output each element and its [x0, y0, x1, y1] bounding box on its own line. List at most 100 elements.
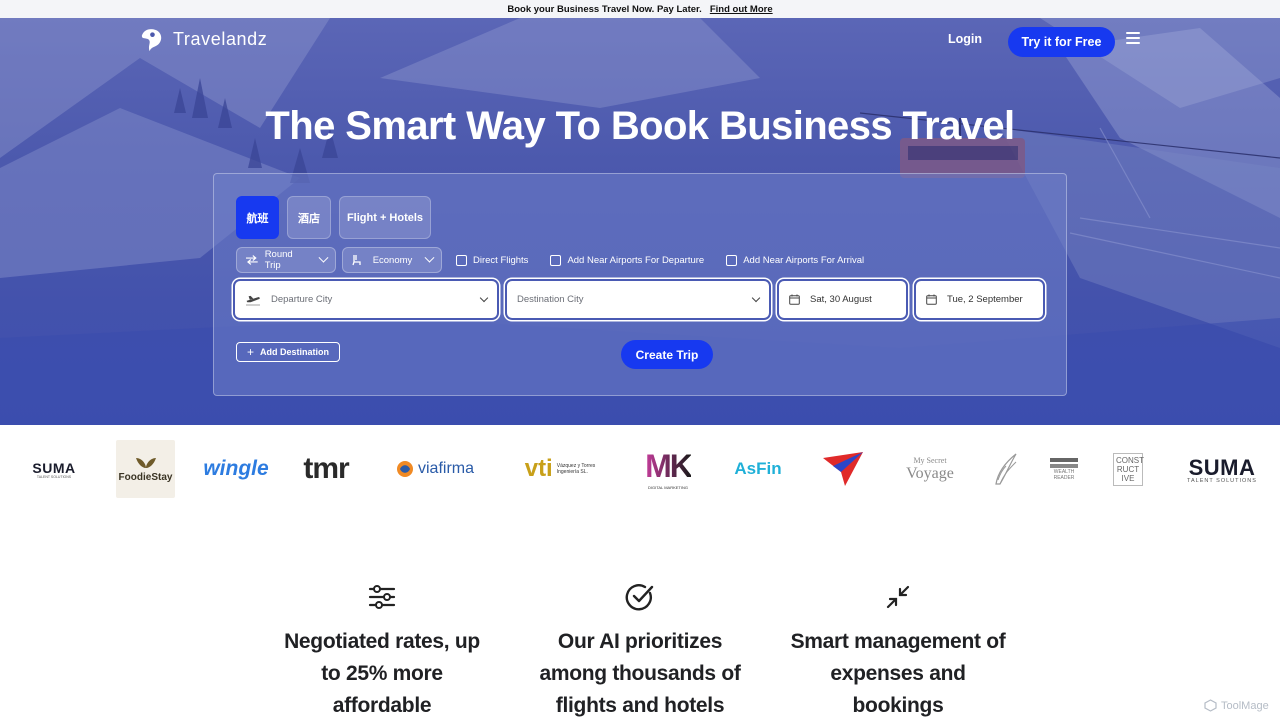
logo-foodiestay: FoodieStay [116, 440, 175, 498]
logo-text: MK [645, 448, 693, 484]
logo-suma: SUMA TALENT SOLUTIONS [1176, 439, 1268, 499]
plane-takeoff-icon [246, 295, 260, 305]
banner-text: Book your Business Travel Now. Pay Later… [507, 3, 702, 15]
logo-subtext: Voyage [906, 464, 954, 482]
paper-plane-icon [823, 452, 863, 486]
checkbox-label: Direct Flights [473, 254, 529, 266]
chevron-down-icon [424, 252, 435, 263]
minimize-icon [886, 585, 910, 609]
sliders-icon [368, 585, 396, 609]
direct-flights-checkbox[interactable]: Direct Flights [456, 254, 529, 266]
brand-name: Travelandz [173, 29, 268, 49]
logo-paper-plane [819, 439, 867, 499]
hamburger-menu-icon[interactable] [1126, 32, 1140, 44]
logo-text: FoodieStay [118, 471, 173, 483]
departure-date-value: Sat, 30 August [810, 294, 872, 305]
feature-text: Smart management of expenses and booking… [790, 630, 1006, 717]
calendar-icon [789, 294, 800, 305]
logo-wealth-reader: WEALTH READER [1046, 439, 1082, 499]
tab-flight-hotels[interactable]: Flight + Hotels [339, 196, 431, 239]
check-circle-icon [625, 584, 654, 611]
plus-icon: + [247, 345, 255, 359]
feature-negotiated-rates: Negotiated rates, up to 25% more afforda… [272, 582, 492, 720]
logo-wing [990, 439, 1020, 499]
trip-type-dropdown[interactable]: Round Trip [236, 247, 336, 273]
logo-subtext: Ingeniería SL. [556, 469, 588, 475]
hero-section: Travelandz Login Try it for Free The Sma… [0, 18, 1280, 425]
banner-link[interactable]: Find out More [710, 4, 773, 15]
logo-text: wingle [203, 457, 269, 480]
cabin-class-value: Economy [372, 254, 413, 266]
round-trip-icon [245, 255, 258, 265]
tab-flights[interactable]: 航班 [236, 196, 279, 239]
logo-mk: MK DIGITAL MARKETING [638, 439, 698, 499]
departure-city-placeholder: Departure City [271, 294, 333, 305]
tab-hotels[interactable]: 酒店 [287, 196, 331, 239]
logo-viafirma: viafirma [392, 439, 478, 499]
calendar-icon [926, 294, 937, 305]
watermark-text: ToolMage [1221, 699, 1269, 712]
logo-text: CONST RUCT IVE [1113, 452, 1144, 486]
logo-my-secret-voyage: My Secret Voyage [900, 439, 960, 499]
departure-city-field[interactable]: Departure City [235, 281, 497, 318]
hero-title: The Smart Way To Book Business Travel [265, 104, 1015, 148]
watermark-icon [1204, 699, 1217, 712]
checkbox-icon[interactable] [456, 254, 467, 266]
logo-text: SUMA [32, 459, 76, 476]
feature-text: Our AI prioritizes among thousands of fl… [539, 630, 741, 717]
checkbox-icon[interactable] [550, 254, 562, 266]
chevron-down-icon [751, 293, 761, 303]
logo-text: AsFin [734, 459, 782, 478]
brand-logo[interactable]: Travelandz [138, 26, 267, 53]
logo-subtext: DIGITAL MARKETING [647, 485, 688, 490]
logo-text: viafirma [417, 460, 474, 477]
wing-icon [995, 453, 1017, 485]
logo-subtext: READER [1053, 475, 1075, 481]
search-tabs: 航班 酒店 Flight + Hotels [236, 196, 431, 239]
feature-smart-management: Smart management of expenses and booking… [788, 582, 1008, 720]
partner-logos-strip: SUMA TALENT SOLUTIONS FoodieStay wingle … [0, 425, 1280, 515]
logo-subtext: TALENT SOLUTIONS [1187, 477, 1257, 484]
destination-city-placeholder: Destination City [517, 294, 584, 305]
add-destination-label: Add Destination [260, 347, 330, 357]
logo-vti: vti Vázquez y Torres Ingeniería SL. [514, 439, 606, 499]
promo-banner: Book your Business Travel Now. Pay Later… [0, 0, 1280, 18]
logo-tmr: tmr [296, 439, 356, 499]
search-panel: 航班 酒店 Flight + Hotels Round Trip Economy [213, 173, 1067, 396]
chevron-down-icon [318, 252, 329, 263]
checkbox-label: Add Near Airports For Departure [567, 254, 705, 266]
chevron-down-icon [479, 293, 489, 303]
trip-type-value: Round Trip [264, 249, 293, 271]
logo-asfin: AsFin [732, 439, 784, 499]
logo-constructive: CONST RUCT IVE [1112, 439, 1144, 499]
return-date-field[interactable]: Tue, 2 September [916, 281, 1043, 318]
near-airports-departure-checkbox[interactable]: Add Near Airports For Departure [550, 254, 705, 266]
brand-logo-icon [141, 29, 162, 52]
feature-ai-prioritizes: Our AI prioritizes among thousands of fl… [530, 582, 750, 720]
search-options: Round Trip Economy Direct Flights Add Ne… [236, 247, 878, 273]
logo-wingle: wingle [203, 439, 269, 499]
logo-subtext: TALENT SOLUTIONS [36, 474, 72, 479]
logo-suma: SUMA TALENT SOLUTIONS [22, 439, 86, 499]
try-free-button[interactable]: Try it for Free [1008, 27, 1115, 57]
login-link[interactable]: Login [948, 32, 982, 46]
logo-text: tmr [303, 452, 349, 485]
checkbox-label: Add Near Airports For Arrival [743, 254, 865, 266]
logo-text: My Secret [913, 455, 947, 465]
departure-date-field[interactable]: Sat, 30 August [779, 281, 906, 318]
checkbox-icon[interactable] [726, 254, 738, 266]
return-date-value: Tue, 2 September [947, 294, 1023, 305]
create-trip-button[interactable]: Create Trip [621, 340, 713, 369]
cabin-class-dropdown[interactable]: Economy [342, 247, 442, 273]
destination-city-field[interactable]: Destination City [507, 281, 769, 318]
add-destination-button[interactable]: + Add Destination [236, 342, 341, 362]
seat-icon [352, 255, 361, 266]
logo-text: vti [524, 455, 553, 482]
watermark: ToolMage [1204, 699, 1269, 712]
feature-text: Negotiated rates, up to 25% more afforda… [284, 630, 480, 717]
search-fields: Departure City Destination City Sat, 30 … [235, 281, 1043, 318]
viafirma-icon [396, 461, 413, 477]
leaf-icon [135, 457, 156, 468]
wealth-reader-icon [1050, 458, 1078, 468]
near-airports-arrival-checkbox[interactable]: Add Near Airports For Arrival [726, 254, 865, 266]
